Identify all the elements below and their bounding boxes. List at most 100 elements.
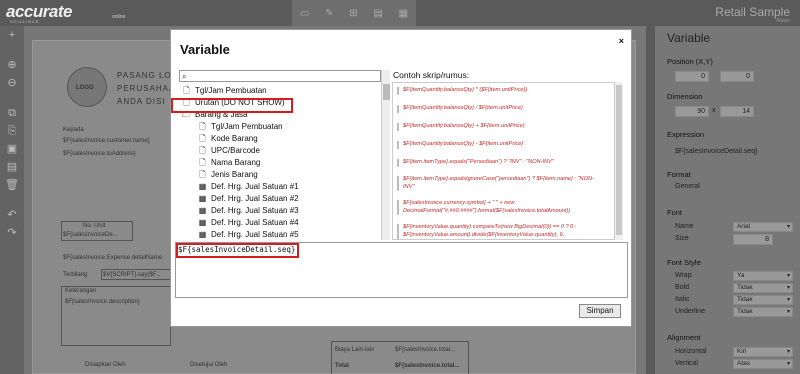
save-button[interactable]: Simpan <box>579 304 621 318</box>
font-name-select[interactable]: Arial <box>733 222 793 232</box>
dim-height-input[interactable]: 14 <box>720 106 754 117</box>
front-icon[interactable]: ▣ <box>0 140 24 158</box>
underline-label: Underline <box>675 308 705 315</box>
tree-item[interactable]: ▦ Def. Hrg. Jual Satuan #3 <box>197 205 299 217</box>
expression-label: Expression <box>667 130 705 139</box>
customer-name-field[interactable]: $F{salesInvoice.customer.name} <box>63 138 150 144</box>
font-size-input[interactable]: 8 <box>733 234 773 245</box>
description-field[interactable]: $F{salesInvoice.description} <box>65 299 140 305</box>
search-icon: ⌕ <box>182 72 187 81</box>
add-icon[interactable]: ⊞ <box>349 8 357 19</box>
document-icon: 🗋 <box>183 86 190 95</box>
company-line-2[interactable]: PERUSAHAA <box>117 84 175 93</box>
panel-title: Variable <box>667 31 711 45</box>
example-item[interactable]: $F{itemQuantity.balanceQty} * ($F{item.u… <box>397 87 603 95</box>
examples-panel: Contoh skrip/rumus: $F{itemQuantity.bala… <box>392 70 623 240</box>
app-subtitle: Alvian <box>776 18 790 24</box>
italic-select[interactable]: Tidak <box>733 295 793 305</box>
dim-separator: x <box>712 107 716 114</box>
expense-detail-field[interactable]: $F{salesInvoice.Expense.detailName <box>63 255 162 261</box>
dialog-title: Variable <box>180 42 230 57</box>
total-field[interactable]: $F{salesInvoice.total... <box>395 363 459 369</box>
print-icon[interactable]: ▦ <box>399 8 408 19</box>
position-label: Position (X,Y) <box>667 57 713 66</box>
pos-x-input[interactable]: 0 <box>675 71 709 82</box>
back-icon[interactable]: ▤ <box>0 158 24 176</box>
expression-value[interactable]: $F{salesInvoiceDetail.seq} <box>675 148 758 155</box>
copy-icon[interactable]: ⧉ <box>0 104 24 122</box>
tree-item[interactable]: ▦ Def. Hrg. Jual Satuan #5 <box>197 229 299 239</box>
bold-select[interactable]: Tidak <box>733 283 793 293</box>
horizontal-select[interactable]: Kiri <box>733 347 793 357</box>
invoice-detail-field[interactable]: $F{salesInvoiceDe... <box>63 232 118 238</box>
keterangan-box <box>61 286 171 346</box>
zoom-in-icon[interactable]: ⊕ <box>0 56 24 74</box>
vertical-select[interactable]: Atas <box>733 359 793 369</box>
search-input[interactable]: ⌕ <box>179 70 381 82</box>
tree-item[interactable]: 🗋 Kode Barang <box>197 133 257 145</box>
wrap-label: Wrap <box>675 272 692 279</box>
biaya-field[interactable]: $F{salesInvoice.total... <box>395 347 455 353</box>
terbilang-label: Terbilang <box>63 272 88 278</box>
tree-item[interactable]: 🗋 Tgl/Jam Pembuatan <box>181 85 266 97</box>
preview-icon[interactable]: ▤ <box>373 8 382 19</box>
tree-item[interactable]: 🗋 UPC/Barcode <box>197 145 260 157</box>
expression-editor[interactable]: $F{salesInvoiceDetail.seq} <box>175 242 628 298</box>
calculator-icon: ▦ <box>198 230 207 239</box>
document-icon: 🗋 <box>199 170 206 179</box>
calculator-icon: ▦ <box>198 194 207 203</box>
bold-label: Bold <box>675 284 690 291</box>
pos-y-input[interactable]: 0 <box>720 71 754 82</box>
tree-item[interactable]: 🗋 Nama Barang <box>197 157 260 169</box>
tree-item[interactable]: ▦ Def. Hrg. Jual Satuan #4 <box>197 217 299 229</box>
font-name-label: Name <box>675 223 694 230</box>
underline-select[interactable]: Tidak <box>733 307 793 317</box>
tree-item[interactable]: ▦ Def. Hrg. Jual Satuan #1 <box>197 181 299 193</box>
canvas-scrollbar[interactable] <box>646 26 655 374</box>
close-icon[interactable]: × <box>619 36 624 46</box>
tree-item[interactable]: 🗋 Tgl/Jam Pembuatan <box>197 121 282 133</box>
font-label: Font <box>667 208 683 217</box>
company-line-1[interactable]: PASANG LO <box>117 71 172 80</box>
app-logo-sub: VCILLINCE <box>10 19 40 24</box>
no-urut-header: No. Urut <box>83 223 106 229</box>
example-item[interactable]: $F{itemQuantity.balanceQty} / $F{item.un… <box>397 105 603 113</box>
example-item[interactable]: $F{item.itemType}.equals("Persediaan") ?… <box>397 159 603 167</box>
document-icon: 🗋 <box>199 134 206 143</box>
example-item[interactable]: $F{itemQuantity.balanceQty} - $F{item.un… <box>397 141 603 149</box>
example-item[interactable]: $F{itemQuantity.balanceQty} + $F{item.un… <box>397 123 603 131</box>
examples-title: Contoh skrip/rumus: <box>393 70 470 80</box>
add-element-icon[interactable]: + <box>0 26 24 44</box>
variable-dialog: Variable × ⌕ 🗋 Tgl/Jam Pembuatan 🗋 Urutan … <box>170 29 632 327</box>
tree-item[interactable]: ▦ Def. Hrg. Jual Satuan #2 <box>197 193 299 205</box>
app-title: Retail Sample <box>715 5 790 19</box>
vertical-label: Vertical <box>675 360 698 367</box>
examples-scroll-thumb[interactable] <box>616 85 622 235</box>
italic-label: Italic <box>675 296 690 303</box>
undo-icon[interactable]: ↶ <box>0 206 24 224</box>
biaya-label: Biaya Lain-lain <box>335 347 375 353</box>
format-value[interactable]: General <box>675 183 700 190</box>
edit-icon[interactable]: ✎ <box>325 8 333 19</box>
paste-icon[interactable]: ⎘ <box>0 122 24 140</box>
dim-width-input[interactable]: 90 <box>675 106 709 117</box>
address-field[interactable]: $F{salesInvoice.toAddress} <box>63 151 136 157</box>
calculator-icon: ▦ <box>198 218 207 227</box>
save-icon[interactable]: ▭ <box>300 8 309 19</box>
totals-table <box>331 341 469 374</box>
examples-list: $F{itemQuantity.balanceQty} * ($F{item.u… <box>392 82 615 240</box>
delete-icon[interactable]: 🗑 <box>0 176 24 194</box>
example-item[interactable]: $F{item.itemType}.equalsIgnoreCase("pers… <box>397 176 603 191</box>
terbilang-field[interactable]: $V{SCRIPT}.say($F... <box>103 272 161 278</box>
example-item[interactable]: $F{inventoryValue.quantity}.compareTo(ne… <box>397 224 603 239</box>
tree-item[interactable]: 🗋 Jenis Barang <box>197 169 257 181</box>
zoom-out-icon[interactable]: ⊖ <box>0 74 24 92</box>
company-line-3[interactable]: ANDA DISI <box>117 97 166 106</box>
total-label: Total <box>335 363 349 369</box>
document-icon: 🗋 <box>199 146 206 155</box>
wrap-select[interactable]: Ya <box>733 271 793 281</box>
redo-icon[interactable]: ↷ <box>0 224 24 242</box>
app-logo-online: online <box>112 14 126 20</box>
example-item[interactable]: $F{salesInvoice.currency.symbol} + " " +… <box>397 200 603 215</box>
examples-scrollbar[interactable] <box>615 82 623 240</box>
